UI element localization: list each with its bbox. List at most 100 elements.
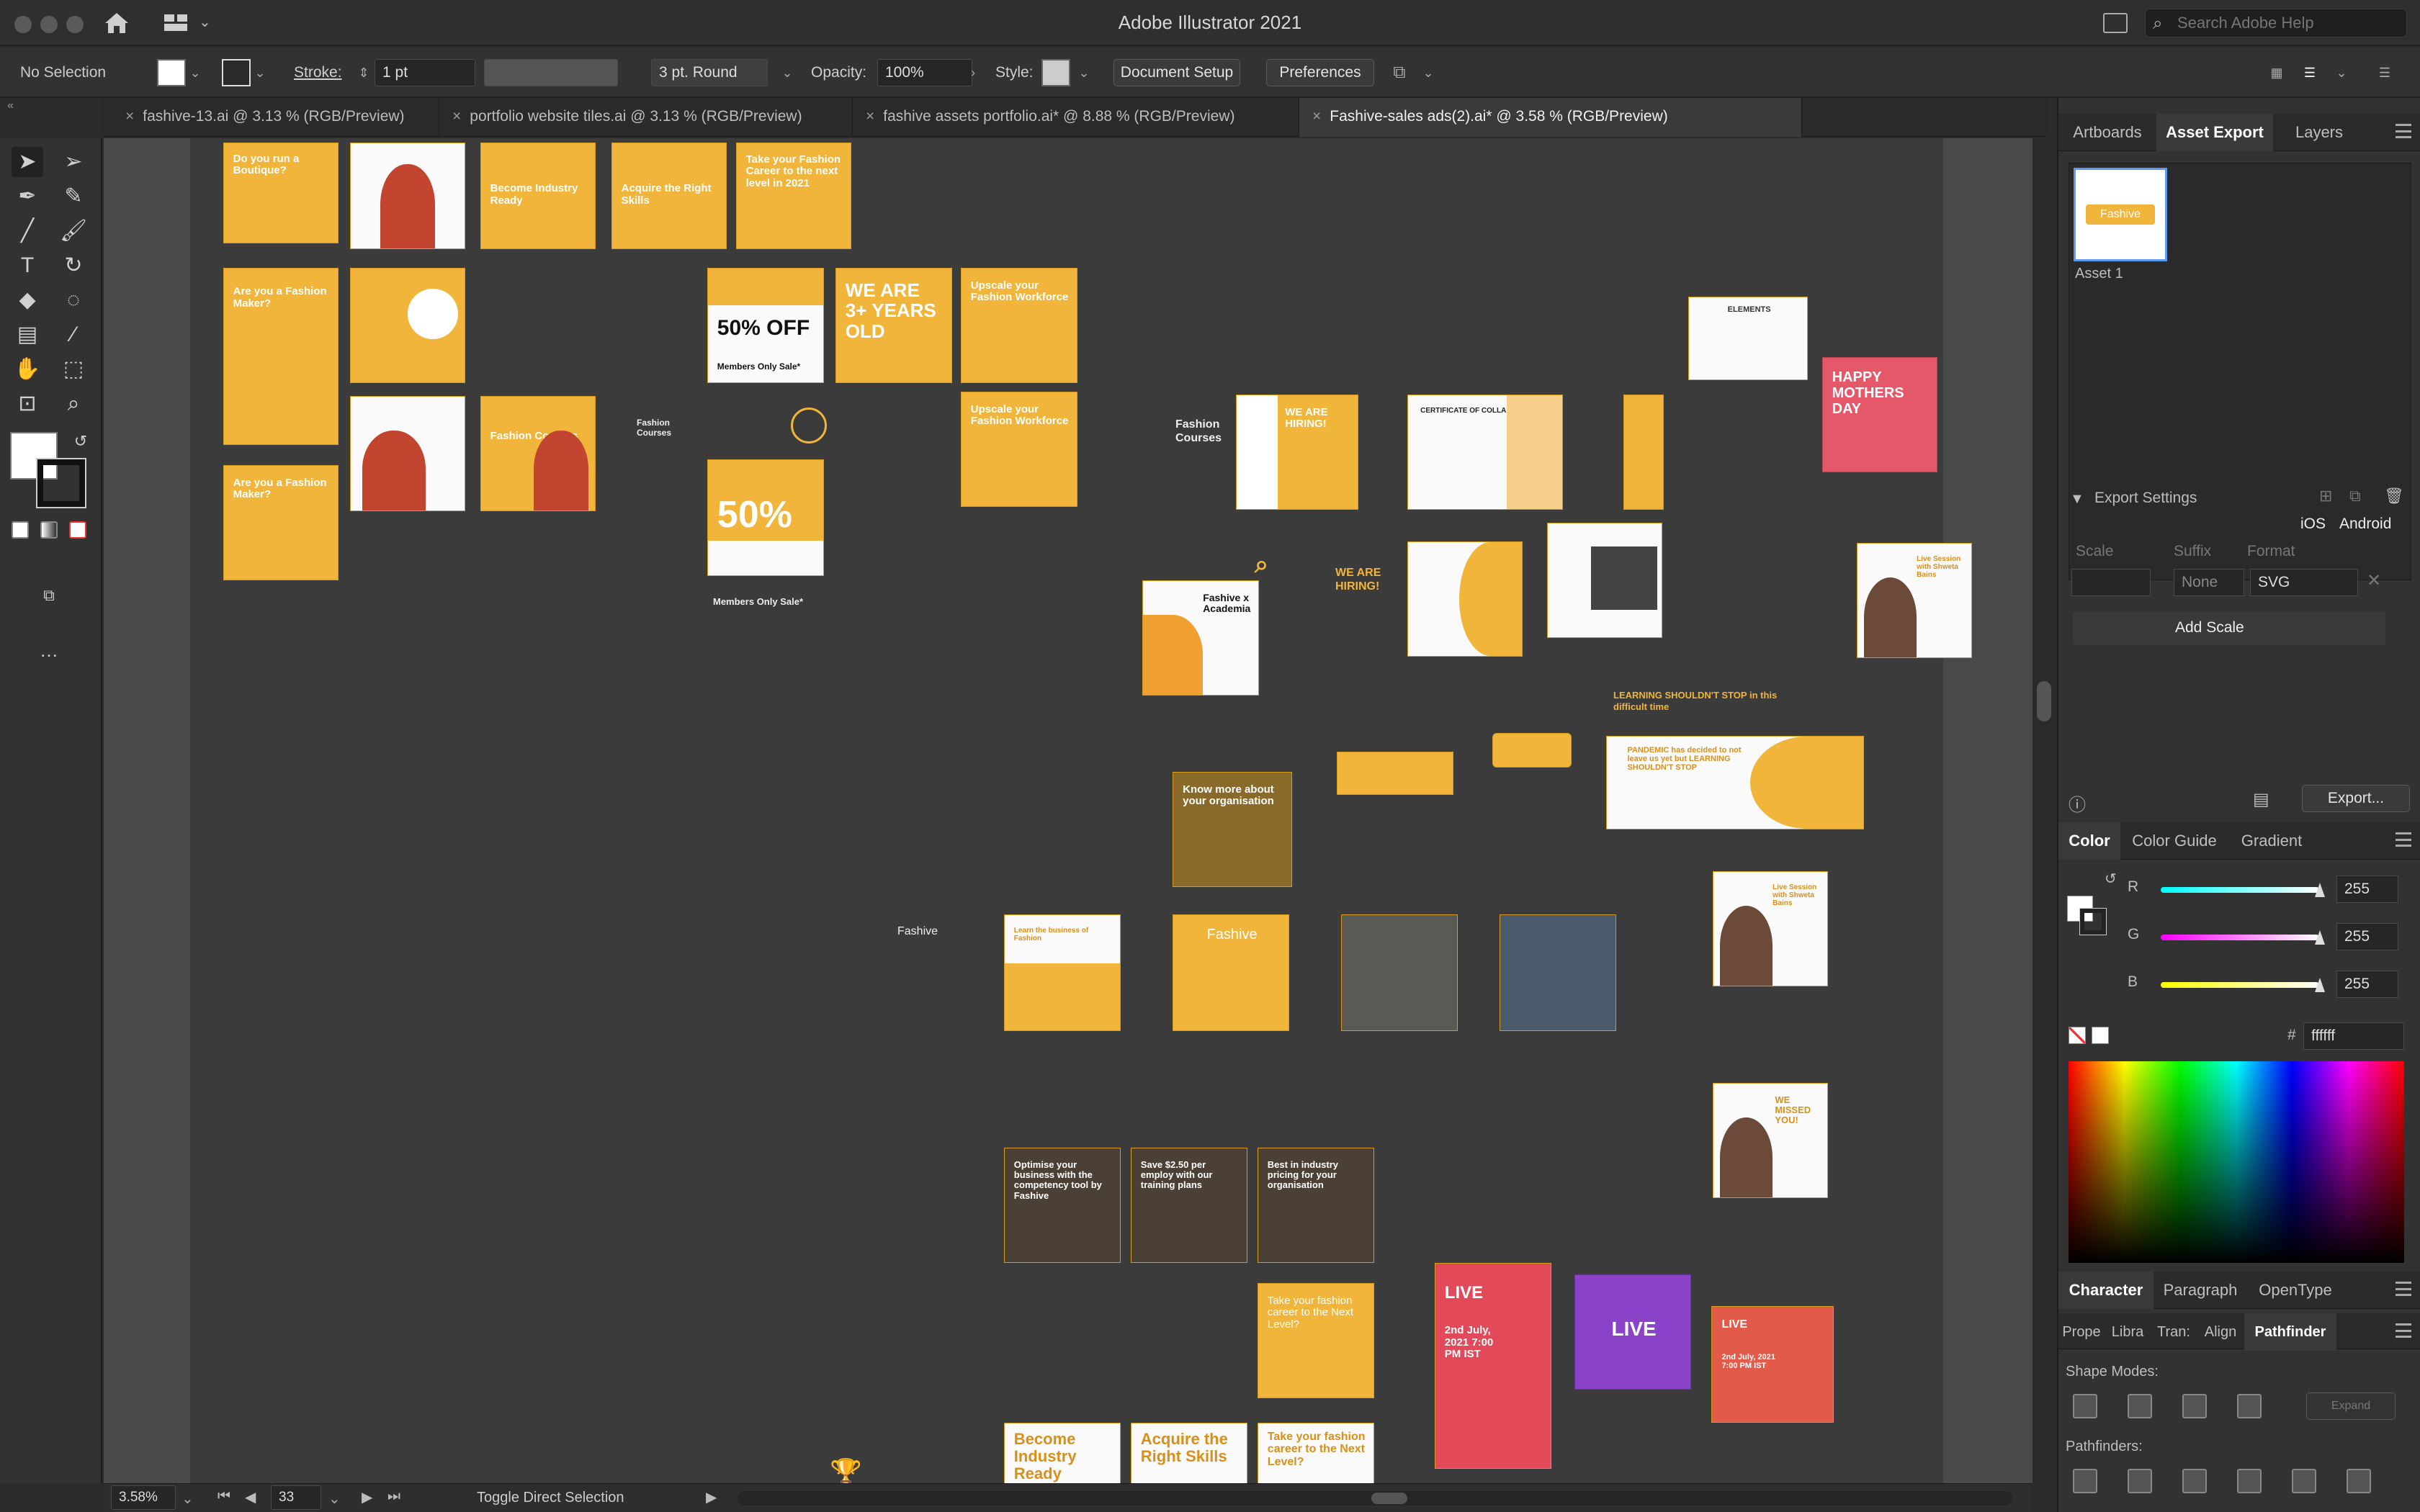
chevron-down-icon[interactable]: ▼ bbox=[2070, 491, 2084, 508]
status-menu-icon[interactable]: ▶ bbox=[706, 1488, 717, 1506]
stroke-color-box[interactable] bbox=[36, 458, 86, 508]
floating-text[interactable]: Members Only Sale* bbox=[713, 596, 843, 608]
minus-front-icon[interactable] bbox=[2128, 1394, 2152, 1418]
duplicate-icon[interactable]: ⧉ bbox=[2349, 487, 2361, 505]
tab-character[interactable]: Character bbox=[2058, 1272, 2154, 1309]
chevron-down-icon[interactable]: ⌄ bbox=[1076, 59, 1092, 86]
canvas[interactable]: Do you run a Boutique? Become Industry R… bbox=[104, 138, 2033, 1483]
exclude-icon[interactable] bbox=[2237, 1394, 2262, 1418]
artboard-tile[interactable] bbox=[1341, 914, 1458, 1031]
close-tab-icon[interactable]: × bbox=[866, 108, 874, 125]
document-tab[interactable]: × fashive-13.ai @ 3.13 % (RGB/Preview) bbox=[112, 98, 439, 137]
close-tab-icon[interactable]: × bbox=[125, 108, 134, 125]
merge-icon[interactable] bbox=[2182, 1469, 2207, 1493]
artboard-tile[interactable] bbox=[1547, 523, 1662, 638]
stroke-stepper[interactable]: ⇕ bbox=[356, 59, 372, 86]
artboard-tile[interactable]: Know more about your organisation bbox=[1173, 772, 1292, 887]
variable-width-profile[interactable] bbox=[484, 59, 618, 86]
none-mode-icon[interactable] bbox=[69, 521, 86, 539]
crop-icon[interactable] bbox=[2237, 1469, 2262, 1493]
slider-knob[interactable] bbox=[2315, 978, 2325, 992]
scroll-thumb[interactable] bbox=[1371, 1493, 1407, 1504]
zoom-level[interactable]: 3.58% bbox=[111, 1485, 176, 1510]
edit-toolbar-icon[interactable]: … bbox=[33, 635, 65, 665]
artboard-tile[interactable]: Fashive bbox=[1173, 914, 1289, 1031]
search-help-box[interactable]: ⌕ bbox=[2145, 9, 2407, 37]
zoom-window-button[interactable] bbox=[66, 16, 84, 33]
artboard-tool-icon[interactable]: ⊡ bbox=[12, 389, 43, 419]
artboard-tile[interactable]: Save $2.50 per employ with our training … bbox=[1131, 1148, 1247, 1263]
scale-select[interactable] bbox=[2071, 569, 2151, 596]
previous-artboard-icon[interactable]: ◀ bbox=[245, 1488, 256, 1506]
chevron-down-icon[interactable]: ⌄ bbox=[328, 1490, 341, 1508]
panel-menu-icon[interactable] bbox=[2396, 832, 2411, 847]
g-value[interactable]: 255 bbox=[2336, 923, 2398, 950]
artboard-tile[interactable]: HAPPY MOTHERS DAY bbox=[1822, 357, 1937, 472]
tab-transform[interactable]: Tran: bbox=[2151, 1313, 2197, 1351]
document-tab-active[interactable]: × Fashive-sales ads(2).ai* @ 3.58 % (RGB/… bbox=[1299, 98, 1802, 137]
close-tab-icon[interactable]: × bbox=[1312, 108, 1321, 125]
remove-scale-icon[interactable]: ✕ bbox=[2367, 570, 2381, 591]
opacity-label[interactable]: Opacity: bbox=[811, 59, 866, 86]
floating-text[interactable]: WE ARE HIRING! bbox=[1335, 566, 1393, 593]
tab-properties[interactable]: Prope bbox=[2058, 1313, 2105, 1351]
swap-colors-icon[interactable]: ↺ bbox=[2105, 870, 2117, 888]
artboard-tile[interactable]: PANDEMIC has decided to not leave us yet… bbox=[1606, 736, 1864, 829]
add-asset-icon[interactable]: ⊞ bbox=[2319, 487, 2332, 505]
line-tool-icon[interactable]: ╱ bbox=[12, 216, 43, 246]
chevron-down-icon[interactable]: ⌄ bbox=[199, 13, 211, 31]
asset-thumbnail[interactable]: Fashive bbox=[2074, 168, 2167, 261]
panel-menu-icon[interactable] bbox=[2396, 1282, 2411, 1296]
tab-libraries[interactable]: Libra bbox=[2105, 1313, 2151, 1351]
color-spectrum[interactable] bbox=[2069, 1061, 2404, 1263]
artboard-tile[interactable]: WE MISSED YOU! bbox=[1713, 1083, 1828, 1198]
white-swatch[interactable] bbox=[2092, 1027, 2109, 1044]
artboard-tile[interactable]: Fashion Courses bbox=[480, 396, 596, 511]
add-scale-button[interactable]: Add Scale bbox=[2073, 612, 2385, 645]
export-settings-icon[interactable]: ▤ bbox=[2253, 789, 2269, 810]
graphic-style-swatch[interactable] bbox=[1041, 59, 1070, 86]
properties-icon[interactable]: ☰ bbox=[2302, 59, 2318, 86]
artboard-tile[interactable]: LIVE 2nd July, 2021 7:00 PM IST bbox=[1435, 1263, 1551, 1469]
home-icon[interactable] bbox=[102, 10, 131, 36]
floating-text[interactable]: Fashion Courses bbox=[1175, 418, 1233, 445]
gradient-tool-icon[interactable]: ▤ bbox=[12, 320, 43, 350]
artboard-tile[interactable]: Live Session with Shweta Bains bbox=[1857, 543, 1972, 658]
tab-color[interactable]: Color bbox=[2058, 822, 2120, 860]
artboard-tile[interactable]: LIVE 2nd July, 2021 7:00 PM IST bbox=[1711, 1306, 1834, 1423]
arrange-documents-icon[interactable]: ⧉ bbox=[1392, 59, 1407, 86]
horizontal-scrollbar[interactable] bbox=[738, 1491, 2012, 1506]
android-tab[interactable]: Android bbox=[2339, 516, 2391, 533]
artboard-tile[interactable]: Optimise your business with the competen… bbox=[1004, 1148, 1121, 1263]
opacity-input[interactable]: 100% bbox=[877, 59, 972, 86]
color-mode-icon[interactable] bbox=[12, 521, 29, 539]
artboard-tile[interactable]: Upscale your Fashion Workforce bbox=[961, 392, 1077, 507]
intersect-icon[interactable] bbox=[2182, 1394, 2207, 1418]
panel-menu-icon[interactable] bbox=[2396, 1323, 2411, 1338]
artboard-tile[interactable] bbox=[350, 143, 465, 249]
swap-colors-icon[interactable]: ↺ bbox=[65, 426, 97, 456]
unite-icon[interactable] bbox=[2073, 1394, 2097, 1418]
tab-layers[interactable]: Layers bbox=[2273, 114, 2365, 151]
tab-pathfinder[interactable]: Pathfinder bbox=[2244, 1313, 2336, 1351]
curvature-tool-icon[interactable]: ✎ bbox=[58, 181, 89, 212]
lasso-tool-icon[interactable]: ◌ bbox=[58, 285, 89, 315]
minimize-window-button[interactable] bbox=[40, 16, 58, 33]
vertical-scrollbar[interactable] bbox=[2033, 138, 2057, 1483]
none-swatch[interactable] bbox=[2069, 1027, 2086, 1044]
rotate-tool-icon[interactable]: ↻ bbox=[58, 251, 89, 281]
artboard-tile[interactable]: Learn the business of Fashion bbox=[1004, 914, 1121, 1031]
stroke-label[interactable]: Stroke: bbox=[294, 59, 342, 86]
format-select[interactable]: SVG bbox=[2250, 569, 2358, 596]
tab-gradient[interactable]: Gradient bbox=[2228, 822, 2315, 860]
trim-icon[interactable] bbox=[2128, 1469, 2152, 1493]
artboard-tile[interactable]: WE ARE HIRING! bbox=[1236, 395, 1358, 510]
artboard-tile[interactable]: Do you run a Boutique? bbox=[223, 143, 339, 243]
scroll-thumb[interactable] bbox=[2037, 681, 2051, 721]
eraser-tool-icon[interactable]: ◆ bbox=[12, 285, 43, 315]
first-artboard-icon[interactable]: ⏮ bbox=[218, 1488, 230, 1505]
selection-tool-icon[interactable]: ➤ bbox=[12, 147, 43, 177]
tab-opentype[interactable]: OpenType bbox=[2247, 1272, 2344, 1309]
magnifier-icon[interactable]: ⌕ bbox=[1255, 550, 1268, 580]
artboard-tile[interactable]: Live Session with Shweta Bains bbox=[1713, 871, 1828, 986]
